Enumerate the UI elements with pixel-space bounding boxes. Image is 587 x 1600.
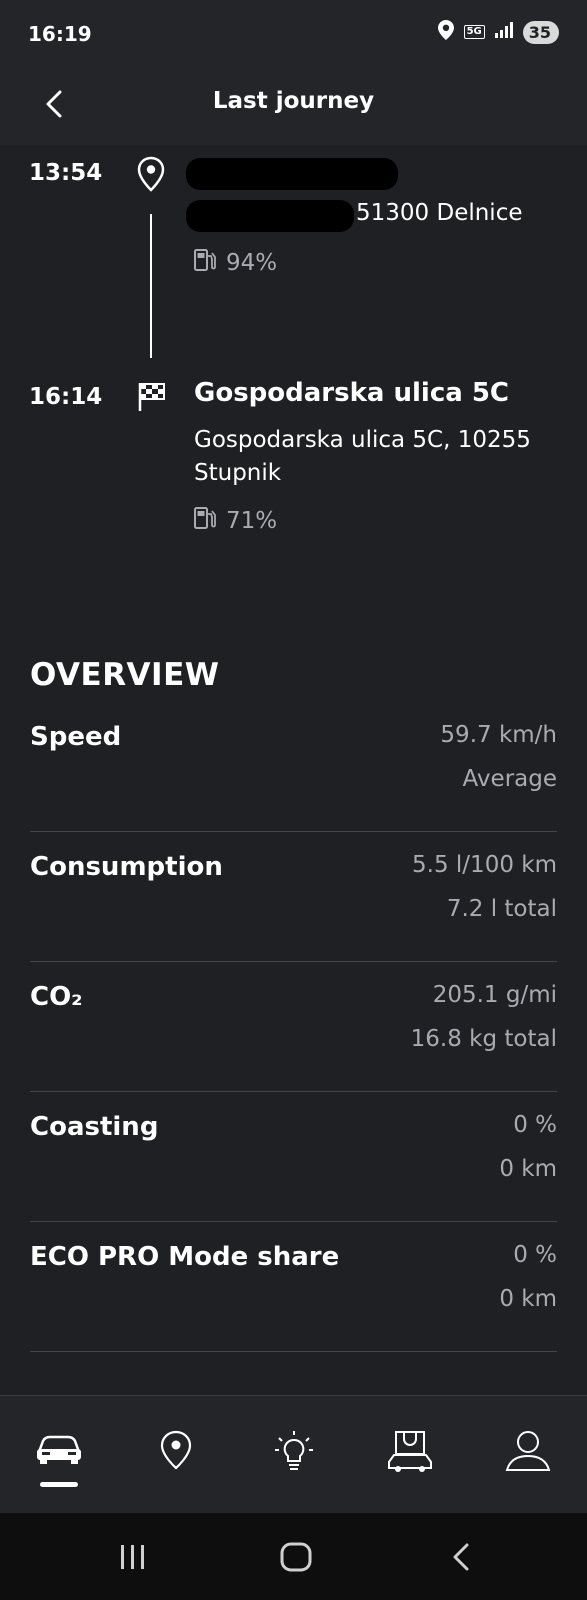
- nav-vehicle[interactable]: [29, 1430, 89, 1480]
- checkered-flag-icon: [137, 381, 167, 417]
- metric-detail: 7.2 l total: [446, 896, 557, 922]
- status-bar: 16:19 5G 35: [0, 0, 587, 70]
- nav-active-indicator: [40, 1482, 78, 1487]
- metric-label: Consumption: [30, 852, 223, 882]
- metric-label: CO₂: [30, 982, 83, 1012]
- end-fuel-level: 71%: [226, 508, 278, 534]
- start-address-city: 51300 Delnice: [356, 200, 523, 226]
- nav-tips[interactable]: [264, 1430, 324, 1480]
- car-icon: [37, 1435, 81, 1464]
- status-icons: 5G 35: [437, 20, 559, 44]
- nav-profile[interactable]: [498, 1430, 558, 1480]
- recents-icon: [121, 1545, 144, 1569]
- destination-address: Gospodarska ulica 5C, 10255 Stupnik: [194, 427, 531, 486]
- location-icon: [437, 20, 454, 44]
- nav-shop[interactable]: [380, 1430, 440, 1480]
- redacted-address-title: [186, 158, 398, 190]
- start-fuel-row: 94%: [194, 248, 277, 278]
- end-fuel-row: 71%: [194, 506, 277, 536]
- destination-title: Gospodarska ulica 5C: [194, 378, 510, 408]
- fuel-pump-icon: [194, 506, 216, 536]
- app-header: Last journey: [0, 70, 587, 145]
- metric-eco-pro: ECO PRO Mode share 0 % 0 km: [30, 1222, 557, 1352]
- end-time: 16:14: [29, 384, 103, 410]
- page-title: Last journey: [212, 88, 375, 114]
- shop-car-icon: [388, 1431, 432, 1472]
- start-time: 13:54: [29, 160, 103, 186]
- metric-detail: 0 km: [499, 1156, 557, 1182]
- system-nav-bar: [0, 1513, 587, 1600]
- system-back-button[interactable]: [441, 1539, 481, 1575]
- metric-label: ECO PRO Mode share: [30, 1242, 340, 1272]
- metric-co2: CO₂ 205.1 g/mi 16.8 kg total: [30, 962, 557, 1092]
- metric-detail: Average: [462, 766, 557, 792]
- start-fuel-level: 94%: [226, 250, 278, 276]
- metric-value: 5.5 l/100 km: [412, 852, 557, 878]
- lightbulb-icon: [275, 1431, 313, 1470]
- metric-detail: 0 km: [499, 1286, 557, 1312]
- metric-label: Coasting: [30, 1112, 159, 1142]
- home-button[interactable]: [276, 1539, 316, 1575]
- battery-level: 35: [528, 22, 551, 42]
- metric-detail: 16.8 kg total: [410, 1026, 557, 1052]
- timeline-line: [150, 214, 152, 358]
- location-pin-icon: [136, 156, 166, 196]
- network-label: 5G: [463, 25, 485, 39]
- metric-value: 59.7 km/h: [440, 722, 557, 748]
- redacted-address-street: [186, 200, 354, 232]
- metric-speed: Speed 59.7 km/h Average: [30, 702, 557, 832]
- battery-icon: 35: [522, 20, 559, 44]
- metric-value: 0 %: [513, 1242, 557, 1268]
- metric-value: 0 %: [513, 1112, 557, 1138]
- map-pin-icon: [160, 1430, 192, 1470]
- overview-title: OVERVIEW: [30, 657, 220, 693]
- metric-consumption: Consumption 5.5 l/100 km 7.2 l total: [30, 832, 557, 962]
- signal-icon: [494, 22, 513, 42]
- status-time: 16:19: [28, 22, 92, 46]
- metric-label: Speed: [30, 722, 122, 752]
- bottom-nav: [0, 1395, 587, 1514]
- back-icon: [453, 1543, 469, 1571]
- home-icon: [280, 1542, 312, 1572]
- metric-value: 205.1 g/mi: [432, 982, 557, 1008]
- profile-icon: [505, 1430, 551, 1471]
- recents-button[interactable]: [113, 1539, 153, 1575]
- metric-coasting: Coasting 0 % 0 km: [30, 1092, 557, 1222]
- fuel-pump-icon: [194, 248, 216, 278]
- nav-map[interactable]: [146, 1430, 206, 1480]
